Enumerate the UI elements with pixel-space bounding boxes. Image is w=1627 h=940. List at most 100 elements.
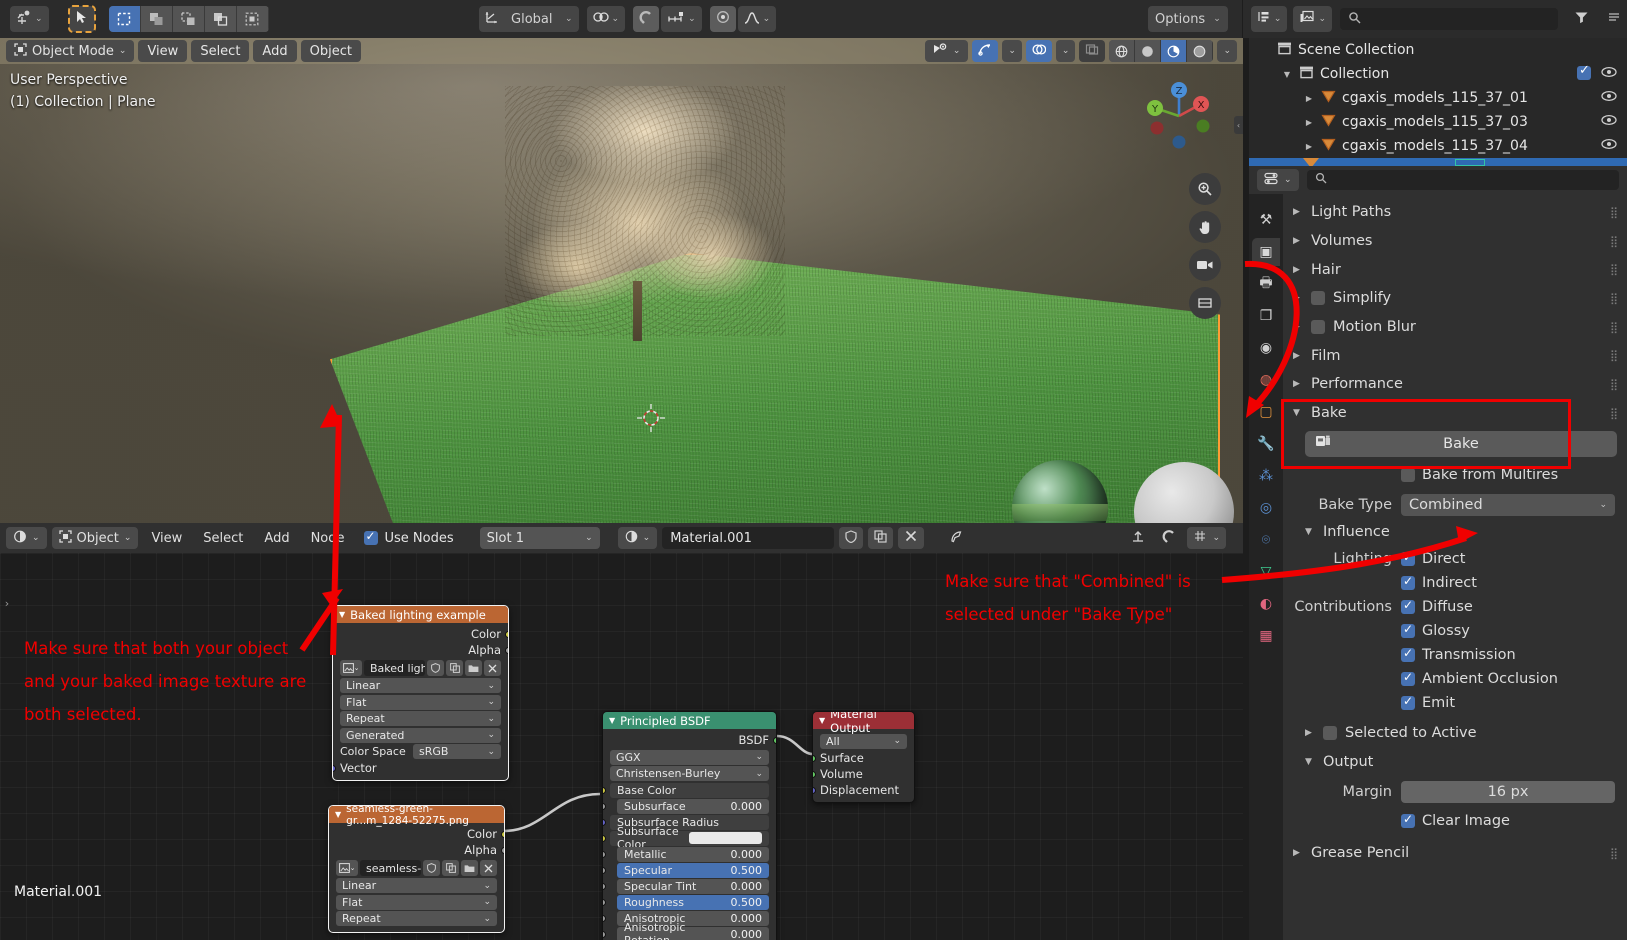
world-tab[interactable]: ◍ bbox=[1252, 366, 1280, 394]
browse-image-icon[interactable]: ⌄ bbox=[336, 860, 358, 876]
node-output-alpha[interactable]: Alpha bbox=[329, 842, 504, 858]
pivot-point-selector[interactable]: ⌄ bbox=[587, 6, 626, 32]
extension-dropdown[interactable]: Repeat ⌄ bbox=[336, 911, 497, 926]
contribution-glossy-checkbox[interactable]: Glossy bbox=[1401, 623, 1470, 639]
outliner-filter-button[interactable] bbox=[1568, 6, 1595, 32]
image-name-value[interactable]: Baked lighting e... bbox=[364, 660, 425, 676]
expand-triangle-icon[interactable]: ▶ bbox=[1293, 322, 1303, 332]
panel-selected-to-active-header[interactable]: ▶ Selected to Active bbox=[1283, 719, 1627, 748]
overlays-options-dropdown[interactable]: ⌄ bbox=[1056, 40, 1076, 62]
browse-material-button[interactable]: ⌄ bbox=[618, 527, 658, 549]
socket-specular-tint[interactable] bbox=[602, 883, 606, 890]
panel-performance-header[interactable]: ▶Performance⣿ bbox=[1283, 370, 1627, 399]
material-tab[interactable]: ◐ bbox=[1252, 590, 1280, 618]
outliner-row-2[interactable]: ▶cgaxis_models_115_37_01 bbox=[1249, 86, 1627, 110]
particles-tab[interactable]: ⁂ bbox=[1252, 462, 1280, 490]
bsdf-input-subsurface-color[interactable]: Subsurface Color bbox=[610, 831, 769, 846]
eye-visibility-icon[interactable] bbox=[1601, 138, 1617, 154]
open-image-folder-icon[interactable] bbox=[461, 860, 478, 876]
outliner-row-4[interactable]: ▶cgaxis_models_115_37_04 bbox=[1249, 134, 1627, 158]
bake-type-row[interactable]: Bake Type Combined ⌄ bbox=[1283, 493, 1627, 517]
clear-image-row[interactable]: Clear Image bbox=[1283, 809, 1627, 833]
material-slot-selector[interactable]: Slot 1 ⌄ bbox=[480, 527, 600, 549]
new-material-button[interactable] bbox=[868, 527, 893, 549]
socket-metallic[interactable] bbox=[602, 851, 606, 858]
collapse-triangle-icon[interactable]: ▼ bbox=[339, 610, 345, 619]
contribution-diffuse-checkbox[interactable]: Diffuse bbox=[1401, 599, 1473, 615]
clear-image-checkbox[interactable]: Clear Image bbox=[1401, 813, 1510, 829]
node-snap-target-selector[interactable]: ⌄ bbox=[1187, 527, 1226, 549]
shader-menu-view[interactable]: View bbox=[143, 527, 190, 549]
select-subtract-icon[interactable] bbox=[173, 6, 205, 32]
extension-dropdown[interactable]: Repeat ⌄ bbox=[340, 711, 501, 726]
expand-triangle-icon[interactable]: ▶ bbox=[1293, 207, 1303, 217]
socket-surface[interactable] bbox=[812, 755, 816, 762]
outliner-search-input[interactable] bbox=[1340, 8, 1558, 30]
node-sidebar-handle[interactable]: › bbox=[0, 593, 14, 613]
node-header[interactable]: ▼ seamless-green-gr...m_1284-52275.png bbox=[329, 806, 504, 823]
node-material-output[interactable]: ▼ Material Output All ⌄ Surface Volume bbox=[812, 711, 915, 803]
bake-from-multires-row[interactable]: Bake from Multires bbox=[1283, 463, 1627, 487]
bake-button[interactable]: Bake bbox=[1305, 431, 1617, 457]
panel-drag-dots[interactable]: ⣿ bbox=[1610, 378, 1619, 391]
bsdf-input-subsurface[interactable]: Subsurface0.000 bbox=[617, 799, 769, 814]
node-input-vector[interactable]: Vector bbox=[333, 760, 508, 776]
node-principled-bsdf[interactable]: ▼ Principled BSDF BSDF GGX ⌄ Christensen… bbox=[602, 711, 777, 940]
node-input-surface[interactable]: Surface bbox=[813, 750, 914, 766]
outliner-filter-id-selector[interactable]: ⌄ bbox=[1293, 6, 1332, 32]
scene-tab[interactable]: ◉ bbox=[1252, 334, 1280, 362]
contribution-ambient-occlusion-checkbox[interactable]: Ambient Occlusion bbox=[1401, 671, 1558, 687]
outliner-expand-triangle-icon[interactable]: ▶ bbox=[1303, 94, 1315, 103]
distribution-dropdown[interactable]: GGX ⌄ bbox=[610, 750, 769, 765]
expand-triangle-icon[interactable]: ▼ bbox=[1293, 408, 1303, 418]
browse-image-icon[interactable]: ⌄ bbox=[340, 660, 362, 676]
node-output-color[interactable]: Color bbox=[333, 626, 508, 642]
fake-user-button[interactable] bbox=[839, 527, 863, 549]
collapse-triangle-icon[interactable]: ▼ bbox=[335, 810, 341, 819]
expand-triangle-icon[interactable]: ▶ bbox=[1293, 379, 1303, 389]
modifier-tab[interactable]: 🔧 bbox=[1252, 430, 1280, 458]
socket-bsdf[interactable] bbox=[773, 737, 777, 744]
lighting-direct-checkbox[interactable]: Direct bbox=[1401, 551, 1465, 567]
source-dropdown[interactable]: Generated ⌄ bbox=[340, 728, 501, 743]
panel-simplify-header[interactable]: ▶Simplify⣿ bbox=[1283, 284, 1627, 313]
panel-drag-dots[interactable]: ⣿ bbox=[1610, 349, 1619, 362]
gizmo-options-dropdown[interactable]: ⌄ bbox=[1002, 40, 1022, 62]
panel-drag-dots[interactable]: ⣿ bbox=[1610, 321, 1619, 334]
panel-motion-blur-header[interactable]: ▶Motion Blur⣿ bbox=[1283, 313, 1627, 342]
outliner-visibility-toggles[interactable] bbox=[1601, 90, 1617, 106]
viewport-menu-select[interactable]: Select bbox=[191, 40, 249, 62]
viewport-menu-object[interactable]: Object bbox=[301, 40, 361, 62]
interpolation-dropdown[interactable]: Linear ⌄ bbox=[336, 878, 497, 893]
shading-mode-segmented[interactable] bbox=[1109, 40, 1213, 62]
tree-object[interactable] bbox=[505, 86, 785, 336]
shader-menu-node[interactable]: Node bbox=[303, 527, 353, 549]
bsdf-input-roughness[interactable]: Roughness0.500 bbox=[617, 895, 769, 910]
properties-editor[interactable]: ⌄ ⚒▣🖶❐◉◍▢🔧⁂◎⌾▽◐▦ ▶Light Paths⣿▶Volumes⣿▶… bbox=[1249, 166, 1627, 940]
panel-drag-dots[interactable]: ⣿ bbox=[1610, 407, 1619, 420]
node-snap-button[interactable] bbox=[1125, 527, 1151, 549]
expand-triangle-icon[interactable]: ▶ bbox=[1305, 728, 1315, 738]
shader-menu-select[interactable]: Select bbox=[195, 527, 251, 549]
viewport-menu-add[interactable]: Add bbox=[253, 40, 296, 62]
socket-base-color[interactable] bbox=[602, 787, 606, 794]
select-mode-segmented[interactable] bbox=[109, 6, 269, 32]
select-invert-icon[interactable] bbox=[205, 6, 237, 32]
node-image-texture-baked[interactable]: ▼ Baked lighting example Color Alpha ⌄ bbox=[332, 605, 509, 781]
select-extend-icon[interactable] bbox=[141, 6, 173, 32]
panel-hair-header[interactable]: ▶Hair⣿ bbox=[1283, 255, 1627, 284]
panel-bake-header[interactable]: ▼ Bake ⣿ bbox=[1283, 399, 1627, 428]
node-header[interactable]: ▼ Baked lighting example bbox=[333, 606, 508, 623]
viewport-zoom-button[interactable] bbox=[1189, 173, 1221, 205]
eye-visibility-icon[interactable] bbox=[1601, 90, 1617, 106]
proportional-falloff-selector[interactable]: ⌄ bbox=[738, 6, 777, 32]
node-header[interactable]: ▼ Principled BSDF bbox=[603, 712, 776, 729]
projection-dropdown[interactable]: Flat ⌄ bbox=[336, 895, 497, 910]
contribution-emit-row[interactable]: Emit bbox=[1283, 691, 1627, 715]
proportional-editing-toggle[interactable] bbox=[710, 6, 736, 32]
fake-user-shield-icon[interactable] bbox=[423, 860, 440, 876]
collapse-triangle-icon[interactable]: ▼ bbox=[609, 716, 615, 725]
checkbox-icon[interactable]: ✓ bbox=[1577, 66, 1591, 80]
socket-anisotropic[interactable] bbox=[602, 915, 606, 922]
xray-toggle-button[interactable] bbox=[1079, 40, 1105, 62]
